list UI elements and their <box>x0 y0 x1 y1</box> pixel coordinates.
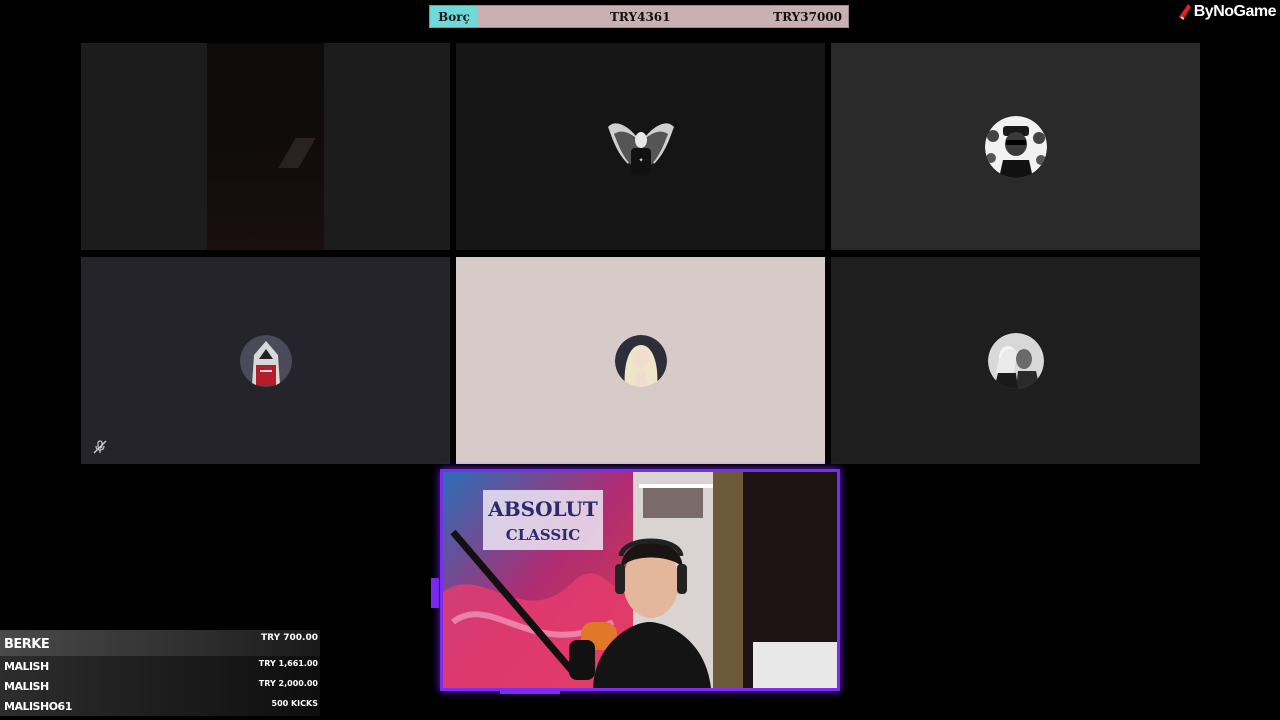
donation-amount: TRY 1,661.00 <box>258 659 318 668</box>
participant-tile[interactable] <box>831 257 1200 464</box>
donation-list: BERKE TRY 700.00 MALISH TRY 1,661.00 MAL… <box>0 630 320 716</box>
donation-amount: 500 KICKS <box>271 699 319 708</box>
couple-avatar-icon <box>987 332 1044 389</box>
donor-name: MALISH <box>4 660 49 673</box>
donor-name: MALISHO61 <box>4 700 72 713</box>
debt-target-amount: TRY37000 <box>773 10 842 24</box>
participant-tile[interactable] <box>831 43 1200 250</box>
participant-tile[interactable] <box>81 257 450 464</box>
bynogame-logo-icon <box>1178 4 1191 20</box>
debt-progress-bar: Borç TRY4361 TRY37000 <box>429 5 849 28</box>
svg-text:ABSOLUT: ABSOLUT <box>487 497 598 521</box>
logo-text: ByNoGame <box>1193 3 1277 20</box>
webcam-feed: ABSOLUT CLASSIC <box>443 472 837 688</box>
participant-tile[interactable] <box>456 257 825 464</box>
bynogame-logo: ByNoGame <box>1178 1 1277 23</box>
donation-row: MALISHO61 500 KICKS <box>0 696 320 716</box>
donor-name: BERKE <box>4 637 50 652</box>
donation-row: BERKE TRY 700.00 <box>0 630 320 656</box>
winged-avatar-icon: ✦ <box>606 112 676 182</box>
participant-tile[interactable]: ✦ <box>456 43 825 250</box>
debt-label: Borç <box>430 6 478 27</box>
participant-tile-camera[interactable] <box>81 43 450 250</box>
donation-amount: TRY 700.00 <box>261 633 318 643</box>
rapper-avatar-icon <box>984 115 1047 178</box>
blonde-woman-avatar-icon <box>614 334 667 387</box>
participant-video <box>207 43 324 250</box>
debt-current-amount: TRY4361 <box>610 10 671 24</box>
donation-row: MALISH TRY 1,661.00 <box>0 656 320 676</box>
svg-text:CLASSIC: CLASSIC <box>506 526 580 544</box>
donation-row: MALISH TRY 2,000.00 <box>0 676 320 696</box>
hooded-assassin-avatar-icon <box>239 334 292 387</box>
svg-text:✦: ✦ <box>638 157 643 164</box>
muted-microphone-icon <box>93 440 107 454</box>
donor-name: MALISH <box>4 680 49 693</box>
webcam-frame-accent <box>500 689 560 694</box>
donation-amount: TRY 2,000.00 <box>258 679 318 688</box>
streamer-webcam: ABSOLUT CLASSIC <box>440 469 840 691</box>
webcam-frame-accent <box>431 578 439 608</box>
